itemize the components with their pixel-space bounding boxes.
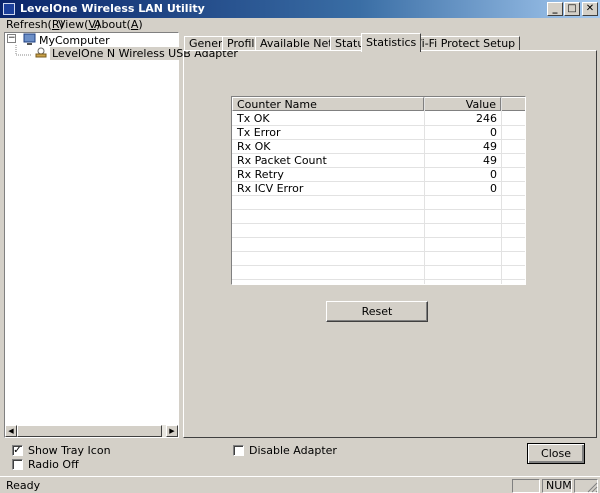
table-row[interactable]: Tx OK 246 [232,112,525,126]
counter-value-cell: 0 [490,126,497,139]
counter-value-cell: 49 [483,154,497,167]
title-bar[interactable]: LevelOne Wireless LAN Utility _ □ ✕ [0,0,600,18]
counter-value-cell: 49 [483,140,497,153]
tree-collapse-icon[interactable]: − [7,34,16,43]
disable-adapter-checkbox[interactable] [233,445,244,456]
table-row[interactable]: Rx OK 49 [232,140,525,154]
table-row[interactable] [232,252,525,266]
maximize-button[interactable]: □ [564,2,580,16]
num-lock-indicator: NUM [542,479,572,493]
counter-name-cell: Tx Error [237,126,281,139]
close-button[interactable]: Close [527,443,585,464]
reset-button[interactable]: Reset [326,301,428,322]
table-row[interactable]: Tx Error 0 [232,126,525,140]
tab-statistics[interactable]: Statistics [361,33,422,52]
scroll-thumb[interactable] [17,425,162,437]
counter-value-cell: 0 [490,182,497,195]
radio-off-checkbox[interactable] [12,459,23,470]
counter-name-cell: Tx OK [237,112,270,125]
scroll-right-icon[interactable]: ▶ [166,425,178,437]
menu-refresh[interactable]: Refresh(R) [6,18,64,32]
device-tree[interactable]: − MyComputer LevelOne N Wireless USB Ada… [4,32,240,438]
column-header-counter-name[interactable]: Counter Name [232,97,424,111]
menu-bar: Refresh(R) View(V) About(A) [0,18,600,32]
app-icon [3,3,15,15]
menu-about[interactable]: About(A) [94,18,143,32]
table-row[interactable] [232,266,525,280]
table-row[interactable]: Rx ICV Error 0 [232,182,525,196]
status-text: Ready [6,479,41,492]
column-header-value[interactable]: Value [424,97,501,111]
counter-name-cell: Rx Retry [237,168,284,181]
counter-value-cell: 246 [476,112,497,125]
radio-off-label: Radio Off [28,458,79,471]
scroll-left-icon[interactable]: ◀ [5,425,17,437]
column-header-empty [501,97,525,111]
counter-value-cell: 0 [490,168,497,181]
show-tray-icon-checkbox[interactable]: ✓ [12,445,23,456]
counter-name-cell: Rx Packet Count [237,154,327,167]
table-row[interactable]: Rx Retry 0 [232,168,525,182]
table-row[interactable] [232,210,525,224]
table-row[interactable] [232,196,525,210]
disable-adapter-label: Disable Adapter [249,444,337,457]
table-row[interactable] [232,238,525,252]
close-window-button[interactable]: ✕ [582,2,598,16]
computer-icon [23,33,36,45]
tab-wifi-protect-setup[interactable]: Wi-Fi Protect Setup [406,36,521,51]
tree-node-mycomputer[interactable]: MyComputer [39,34,110,47]
counter-name-cell: Rx ICV Error [237,182,304,195]
statistics-table[interactable]: Counter Name Value Tx OK 246 Tx Error 0 Rx O… [231,96,526,285]
counter-name-cell: Rx OK [237,140,271,153]
show-tray-icon-label: Show Tray Icon [28,444,111,457]
minimize-button[interactable]: _ [547,2,563,16]
usb-adapter-icon [35,47,47,58]
status-pane-empty [512,479,540,493]
status-bar: Ready NUM [0,476,600,493]
table-row[interactable] [232,224,525,238]
resize-grip-icon[interactable] [586,481,598,493]
table-row[interactable]: Rx Packet Count 49 [232,154,525,168]
tree-horizontal-scrollbar[interactable]: ◀ ▶ [5,425,178,437]
window-title: LevelOne Wireless LAN Utility [20,2,205,15]
